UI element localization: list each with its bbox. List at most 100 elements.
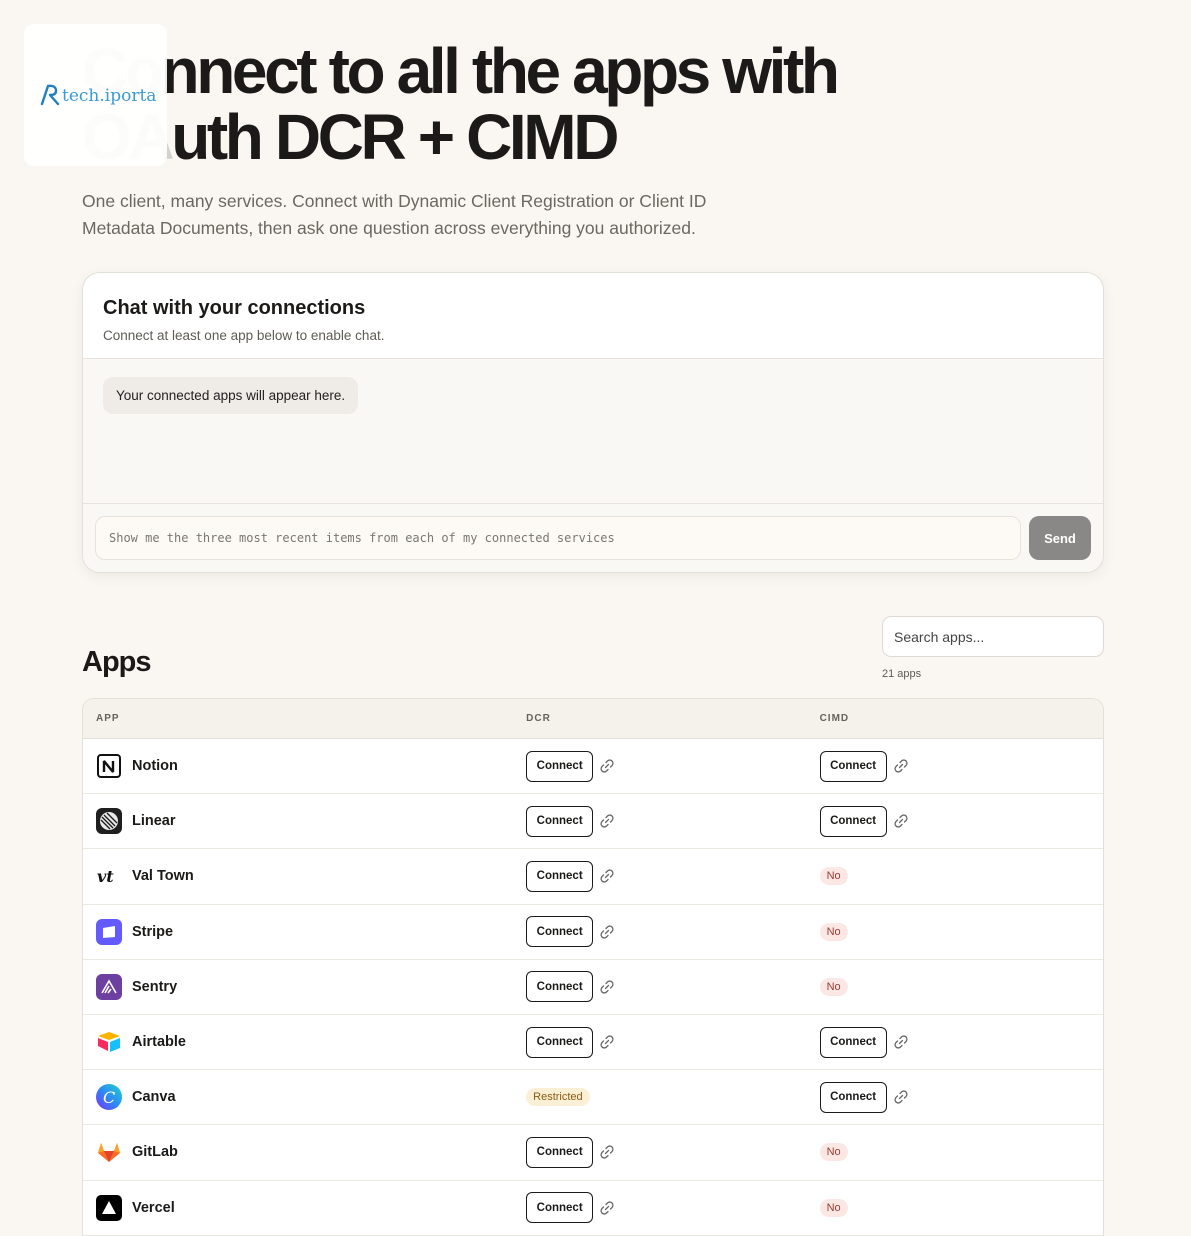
vercel-icon [96,1194,122,1221]
copy-link-icon[interactable] [893,758,909,774]
app-cell: Stripe [83,918,514,945]
app-cell: Sentry [83,973,514,1000]
copy-link-icon[interactable] [599,813,615,829]
table-row: vt Val Town Connect No [83,849,1103,905]
dcr-cell: Connect [526,1192,807,1224]
dcr-cell: Connect [526,1026,807,1058]
dcr-connect-button[interactable]: Connect [526,1192,594,1224]
page-subtitle: One client, many services. Connect with … [82,191,707,238]
app-name: Canva [132,1089,176,1106]
chat-composer: Send [83,504,1103,572]
dcr-connect-button[interactable]: Connect [526,971,594,1003]
cimd-connect-button[interactable]: Connect [819,1081,887,1113]
copy-link-icon[interactable] [599,924,615,940]
table-body: Notion Connect Connect Linear Connect Connect… [83,739,1103,1236]
copy-link-icon[interactable] [599,758,615,774]
dcr-cell: Connect [526,860,807,892]
table-row: Sentry Connect No [83,960,1103,1015]
dcr-cell: Connect [526,916,807,948]
apps-count: 21 apps [882,668,922,680]
app-cell: Vercel [83,1194,514,1221]
notion-icon [96,753,122,779]
table-header: APP DCR CIMD [83,699,1103,739]
chat-description: Connect at least one app below to enable… [103,328,385,343]
unsupported-badge: No [819,867,848,886]
cimd-cell: No [819,922,1103,941]
apps-table: APP DCR CIMD Notion Connect Connect Linear C… [82,698,1104,1236]
chat-title: Chat with your connections [103,297,366,319]
app-name: GitLab [132,1144,178,1161]
column-header-app: APP [96,713,120,724]
app-name: Val Town [132,868,194,885]
cimd-connect-button[interactable]: Connect [819,1026,887,1058]
app-cell: Notion [83,753,514,779]
cimd-cell: Connect [819,805,1103,837]
cimd-connect-button[interactable]: Connect [819,750,887,782]
copy-link-icon[interactable] [599,1200,615,1216]
app-name: Notion [132,758,178,775]
copy-link-icon[interactable] [599,868,615,884]
app-name: Stripe [132,923,174,940]
dcr-cell: Connect [526,1136,807,1168]
table-row: Linear Connect Connect [83,794,1103,850]
stripe-icon [96,918,122,945]
svg-text:tech.iportal: tech.iportal [62,86,156,106]
copy-link-icon[interactable] [893,1089,909,1105]
table-row: Airtable Connect Connect [83,1015,1103,1071]
chat-messages: Your connected apps will appear here. [83,359,1103,504]
chat-input[interactable] [95,516,1021,560]
table-row: GitLab Connect No [83,1125,1103,1181]
gitlab-icon [96,1139,122,1165]
restricted-badge: Restricted [526,1088,590,1107]
app-name: Linear [132,813,176,830]
cimd-connect-button[interactable]: Connect [819,805,887,837]
valtown-icon: vt [96,863,122,889]
title-part: nnect to all the apps with [160,35,841,107]
app-cell: C Canva [83,1084,514,1111]
copy-link-icon[interactable] [893,813,909,829]
dcr-cell: Restricted [526,1088,807,1107]
table-row: Stripe Connect No [83,905,1103,960]
search-apps-input[interactable] [882,616,1104,657]
app-cell: GitLab [83,1139,514,1165]
dcr-cell: Connect [526,805,807,837]
table-row: C Canva Restricted Connect [83,1070,1103,1126]
dcr-connect-button[interactable]: Connect [526,916,594,948]
copy-link-icon[interactable] [893,1034,909,1050]
airtable-icon [96,1029,122,1055]
send-button[interactable]: Send [1029,516,1091,560]
app-name: Vercel [132,1199,175,1216]
app-name: Airtable [132,1034,186,1051]
dcr-connect-button[interactable]: Connect [526,805,594,837]
cimd-cell: No [819,977,1103,996]
site-logo: tech.iportal [24,24,167,166]
table-row: Notion Connect Connect [83,739,1103,795]
linear-icon [96,808,122,835]
app-name: Sentry [132,978,178,995]
dcr-cell: Connect [526,750,807,782]
cimd-cell: Connect [819,1026,1103,1058]
canva-icon: C [96,1084,122,1111]
svg-text:vt: vt [97,867,114,886]
dcr-connect-button[interactable]: Connect [526,1026,594,1058]
unsupported-badge: No [819,1143,848,1162]
copy-link-icon[interactable] [599,979,615,995]
column-header-cimd: CIMD [819,713,850,724]
unsupported-badge: No [819,977,848,996]
chat-panel: Chat with your connections Connect at le… [82,272,1104,573]
copy-link-icon[interactable] [599,1144,615,1160]
app-cell: Linear [83,808,514,835]
dcr-connect-button[interactable]: Connect [526,860,594,892]
cimd-cell: Connect [819,750,1103,782]
title-part: uth DCR + CIMD [171,101,619,173]
app-cell: vt Val Town [83,863,514,889]
dcr-connect-button[interactable]: Connect [526,750,594,782]
unsupported-badge: No [819,1198,848,1217]
dcr-connect-button[interactable]: Connect [526,1136,594,1168]
copy-link-icon[interactable] [599,1034,615,1050]
cimd-cell: No [819,1198,1103,1217]
svg-text:C: C [103,1088,115,1107]
column-header-dcr: DCR [526,713,551,724]
apps-heading: Apps [82,646,151,678]
page-title: Connect to all the apps with OAuth DCR +… [82,38,982,170]
